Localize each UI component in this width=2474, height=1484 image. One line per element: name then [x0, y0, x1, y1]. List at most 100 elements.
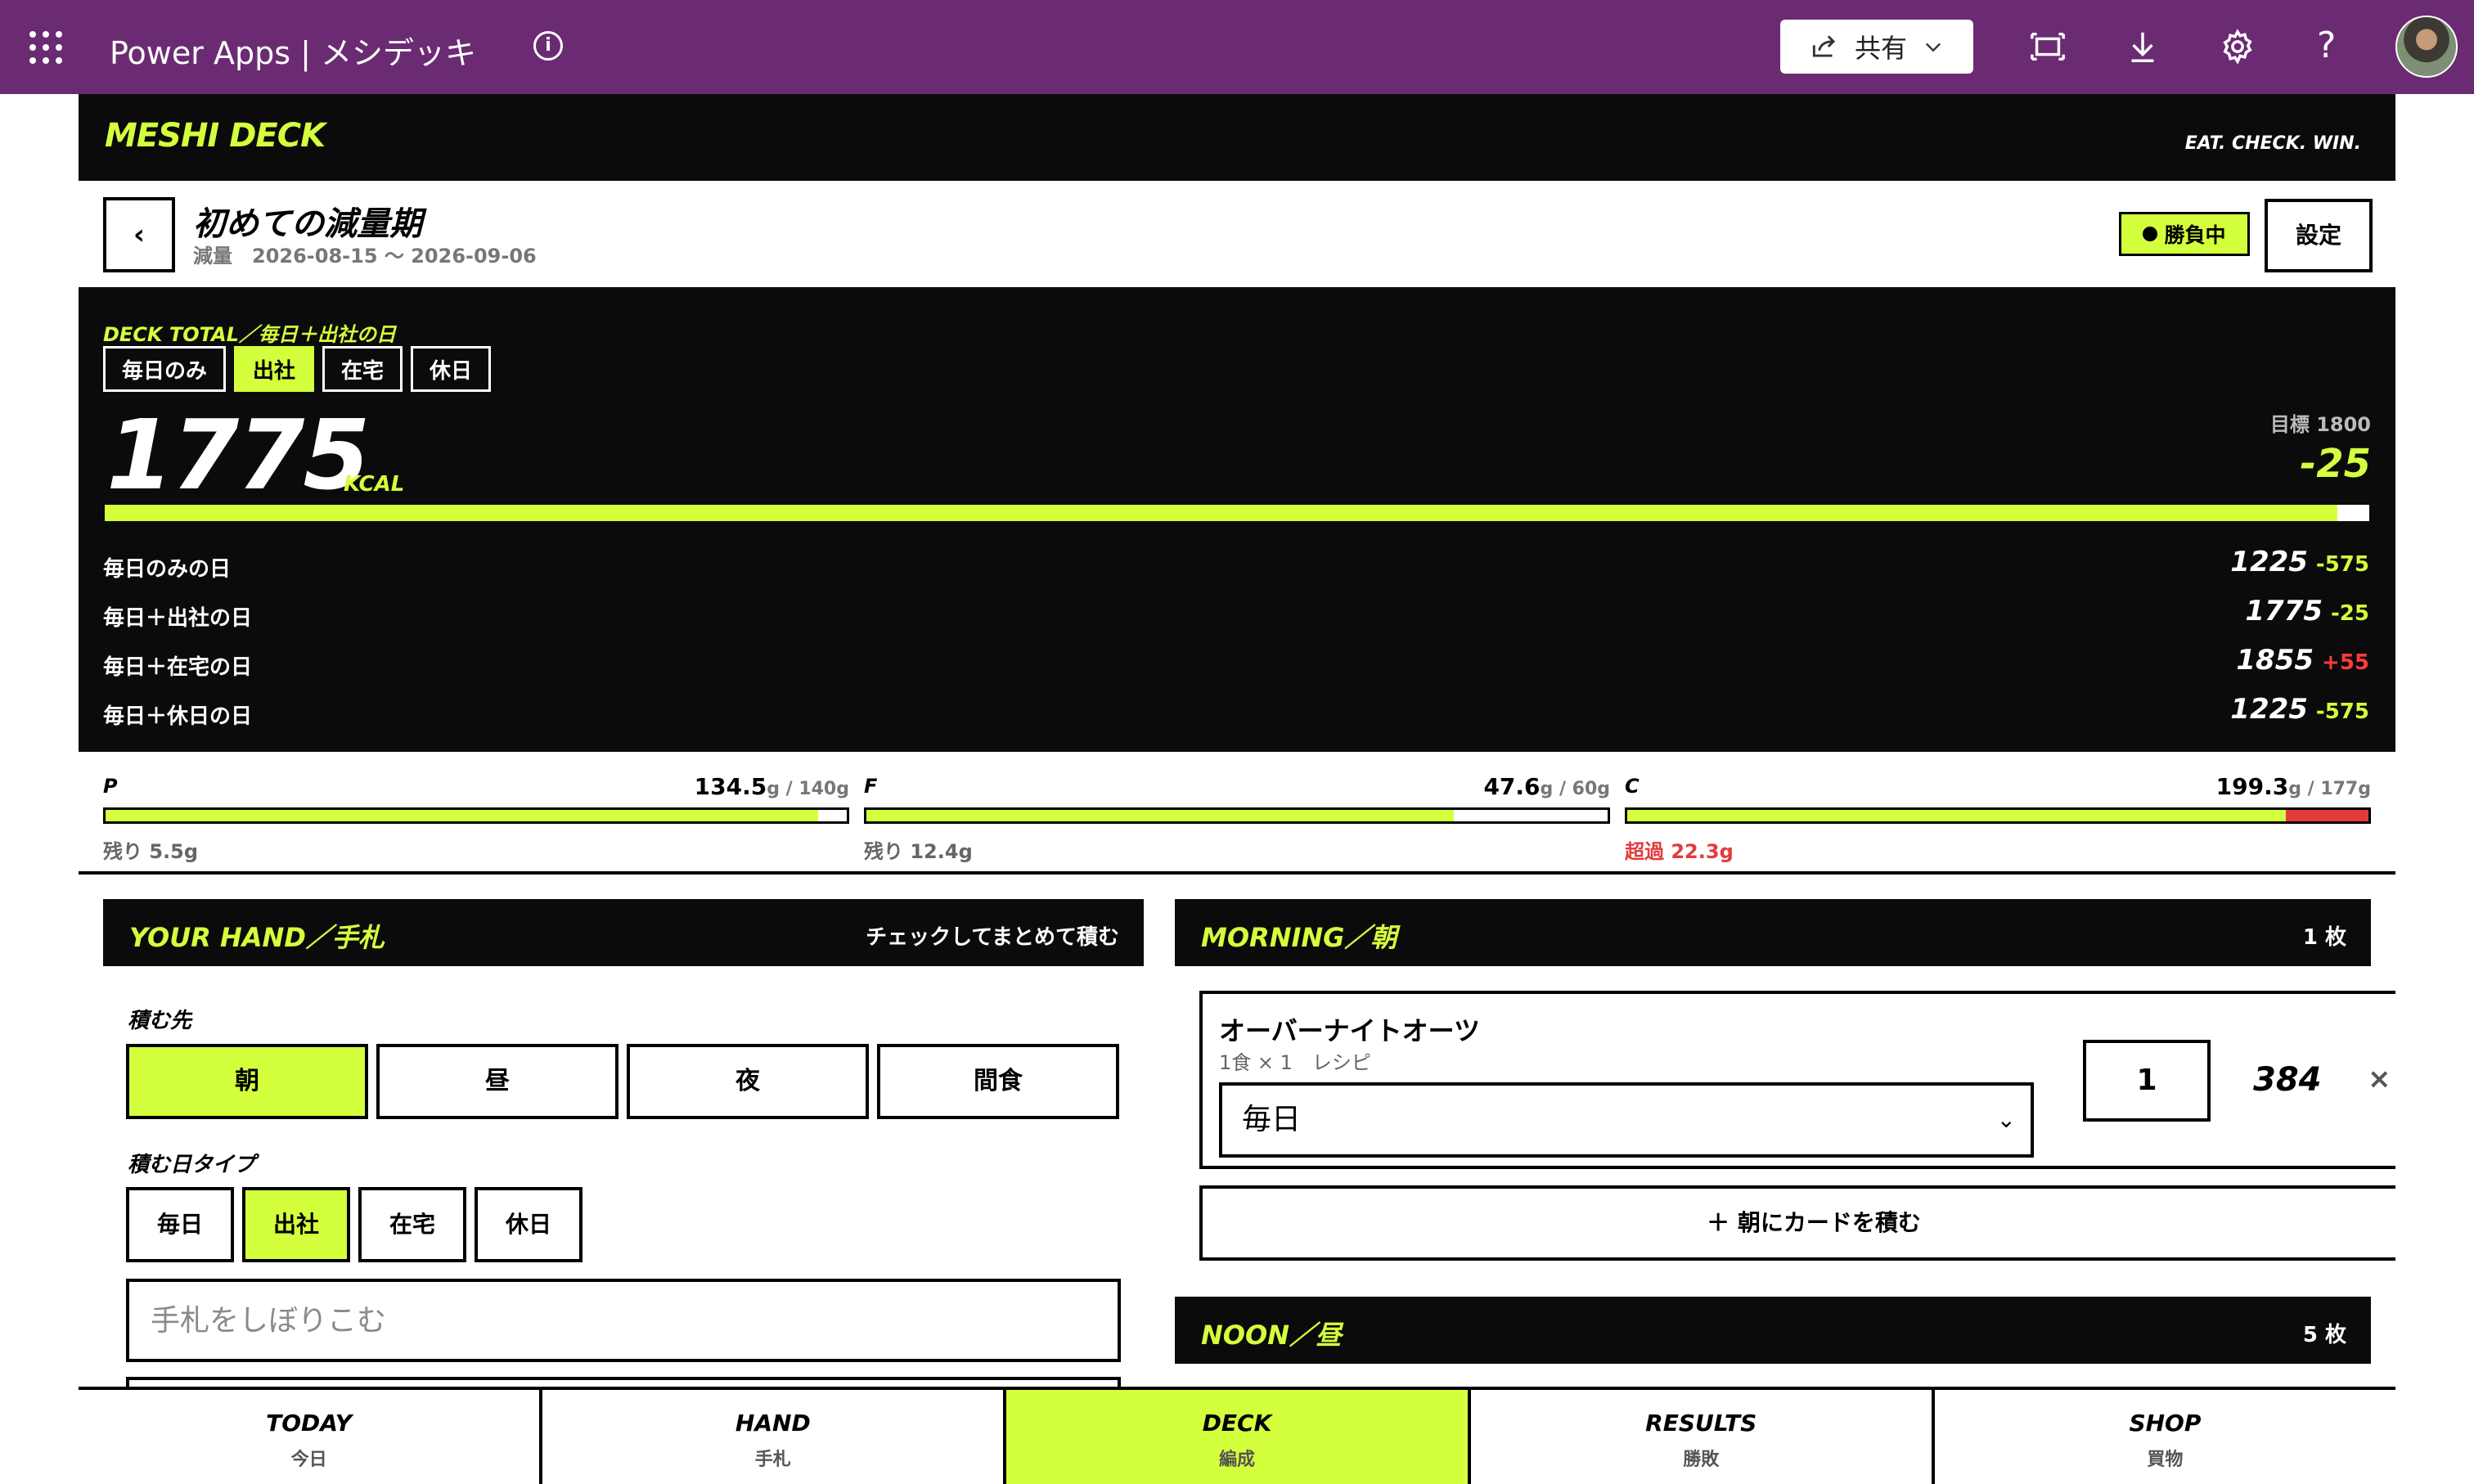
- meal-card: オーバーナイトオーツ 1食 × 1 レシピ 毎日 ⌄ 1 384 ×: [1199, 991, 2395, 1169]
- help-icon[interactable]: ?: [2317, 25, 2336, 66]
- nav-tab-today[interactable]: TODAY 今日: [79, 1390, 543, 1484]
- brand-tagline: EAT. CHECK. WIN.: [2184, 133, 2361, 154]
- calorie-progress-fill: [105, 505, 2338, 521]
- target-slot-label: 積む先: [128, 1009, 192, 1033]
- macro-bar: [103, 807, 849, 824]
- nav-tab-shop[interactable]: SHOP 買物: [1934, 1390, 2395, 1484]
- noon-panel-header: NOON／昼 5 枚: [1175, 1297, 2371, 1364]
- share-label: 共有: [1854, 33, 1907, 64]
- day-summary-name: 毎日のみの日: [103, 557, 232, 582]
- chip-office[interactable]: 出社: [234, 346, 315, 392]
- share-icon: [1812, 35, 1836, 57]
- macro-bar-overflow: [2285, 810, 2368, 821]
- slot-lunch-button[interactable]: 昼: [376, 1044, 618, 1119]
- day-summary-value: 1225 -575: [2230, 546, 2369, 578]
- morning-title: MORNING／朝: [1201, 922, 1397, 953]
- brand-bar: MESHI DECK EAT. CHECK. WIN.: [79, 94, 2395, 181]
- noon-title: NOON／昼: [1201, 1320, 1342, 1351]
- day-kcal: 1225: [2230, 693, 2308, 726]
- daytype-home-button[interactable]: 在宅: [358, 1187, 466, 1262]
- chevron-down-icon: [1926, 43, 1941, 52]
- meal-card-daytype-value: 毎日: [1242, 1103, 1302, 1136]
- macro-summary: P 134.5g / 140g 残り 5.5g F 47.6g / 60g 残り…: [79, 752, 2395, 875]
- chevron-down-icon: ⌄: [1996, 1106, 2016, 1133]
- remove-card-icon[interactable]: ×: [2368, 1063, 2391, 1095]
- day-type-chips: 毎日のみ 出社 在宅 休日: [103, 346, 492, 392]
- macro-remaining: 残り 5.5g: [103, 840, 199, 863]
- nav-tab-hand[interactable]: HAND 手札: [542, 1390, 1007, 1484]
- bottom-nav: TODAY 今日 HAND 手札 DECK 編成 RESULTS 勝敗 SHOP 買物: [79, 1387, 2395, 1484]
- morning-panel-header: MORNING／朝 1 枚: [1175, 899, 2371, 966]
- day-summary-row: 毎日＋休日の日 1225 -575: [103, 693, 2369, 734]
- day-summary-row: 毎日のみの日 1225 -575: [103, 546, 2369, 587]
- meal-card-name: オーバーナイトオーツ: [1219, 1015, 1481, 1046]
- day-summary-value: 1855 +55: [2236, 644, 2369, 677]
- meal-card-quantity-input[interactable]: 1: [2083, 1040, 2211, 1122]
- morning-count: 1 枚: [2302, 925, 2346, 950]
- chip-daily-only[interactable]: 毎日のみ: [103, 346, 227, 392]
- daytype-holiday-button[interactable]: 休日: [475, 1187, 583, 1262]
- day-diff: -575: [2315, 552, 2369, 577]
- macro-remaining: 残り 12.4g: [864, 840, 973, 863]
- app-launcher-icon[interactable]: [29, 31, 62, 64]
- macro-fat: F 47.6g / 60g 残り 12.4g: [864, 752, 1610, 866]
- macro-value: 47.6g / 60g: [1483, 773, 1610, 800]
- day-kcal: 1225: [2230, 546, 2308, 578]
- settings-button[interactable]: 設定: [2265, 199, 2373, 272]
- macro-bar: [864, 807, 1610, 824]
- info-icon[interactable]: i: [533, 31, 563, 61]
- macro-value: 134.5g / 140g: [694, 773, 849, 800]
- powerapps-header: Power Apps | メシデッキ i 共有 ?: [0, 0, 2474, 94]
- share-button[interactable]: 共有: [1780, 20, 1973, 74]
- macro-key: C: [1625, 775, 1640, 798]
- chip-holiday[interactable]: 休日: [411, 346, 492, 392]
- day-kcal: 1775: [2245, 595, 2323, 627]
- deck-total-label: DECK TOTAL／毎日＋出社の日: [103, 323, 397, 346]
- status-badge: 勝負中: [2119, 212, 2250, 256]
- user-avatar[interactable]: [2395, 16, 2458, 78]
- hand-subtitle: チェックしてまとめて積む: [866, 925, 1119, 950]
- slot-breakfast-button[interactable]: 朝: [126, 1044, 368, 1119]
- plan-phase: 減量: [193, 245, 232, 268]
- daytype-office-button[interactable]: 出社: [242, 1187, 350, 1262]
- slot-snack-button[interactable]: 間食: [877, 1044, 1119, 1119]
- nav-tab-results[interactable]: RESULTS 勝敗: [1470, 1390, 1935, 1484]
- plan-title: 初めての減量期: [193, 205, 422, 243]
- macro-over-amount: 超過 22.3g: [1625, 840, 1734, 863]
- macro-bar-fill: [866, 810, 1455, 821]
- download-icon[interactable]: [2124, 28, 2161, 65]
- day-diff: +55: [2322, 650, 2369, 675]
- macro-carbs: C 199.3g / 177g 超過 22.3g: [1625, 752, 2371, 866]
- goal-label: 目標 1800: [2269, 413, 2371, 436]
- meal-card-daytype-select[interactable]: 毎日 ⌄: [1219, 1082, 2034, 1158]
- day-summary-name: 毎日＋在宅の日: [103, 655, 253, 680]
- hand-title: YOUR HAND／手札: [129, 922, 385, 953]
- daytype-daily-button[interactable]: 毎日: [126, 1187, 234, 1262]
- macro-protein: P 134.5g / 140g 残り 5.5g: [103, 752, 849, 866]
- noon-count: 5 枚: [2302, 1323, 2346, 1347]
- hand-filter-input[interactable]: [126, 1279, 1121, 1362]
- day-diff: -575: [2315, 699, 2369, 724]
- nav-tab-deck[interactable]: DECK 編成: [1006, 1390, 1471, 1484]
- macro-value: 199.3g / 177g: [2215, 773, 2371, 800]
- day-summary-value: 1225 -575: [2230, 693, 2369, 726]
- fit-to-window-icon[interactable]: [2029, 28, 2067, 65]
- chip-home[interactable]: 在宅: [322, 346, 403, 392]
- day-summary-name: 毎日＋出社の日: [103, 606, 253, 631]
- powerapps-title: Power Apps | メシデッキ: [110, 35, 476, 71]
- macro-key: P: [103, 775, 118, 798]
- macro-bar: [1625, 807, 2371, 824]
- day-summary-row: 毎日＋出社の日 1775 -25: [103, 595, 2369, 636]
- meal-card-kcal: 384: [2253, 1061, 2322, 1099]
- back-button[interactable]: ‹: [103, 197, 175, 272]
- status-label: 勝負中: [2164, 223, 2226, 247]
- day-summary-name: 毎日＋休日の日: [103, 704, 253, 729]
- slot-dinner-button[interactable]: 夜: [627, 1044, 869, 1119]
- macro-bar-fill: [106, 810, 818, 821]
- status-dot-icon: [2143, 227, 2158, 241]
- calorie-progress-bar: [105, 505, 2369, 521]
- goal-diff: -25: [2300, 441, 2371, 487]
- settings-gear-icon[interactable]: [2219, 28, 2256, 65]
- add-morning-card-button[interactable]: ＋ 朝にカードを積む: [1199, 1185, 2395, 1261]
- daytype-label: 積む日タイプ: [128, 1153, 256, 1177]
